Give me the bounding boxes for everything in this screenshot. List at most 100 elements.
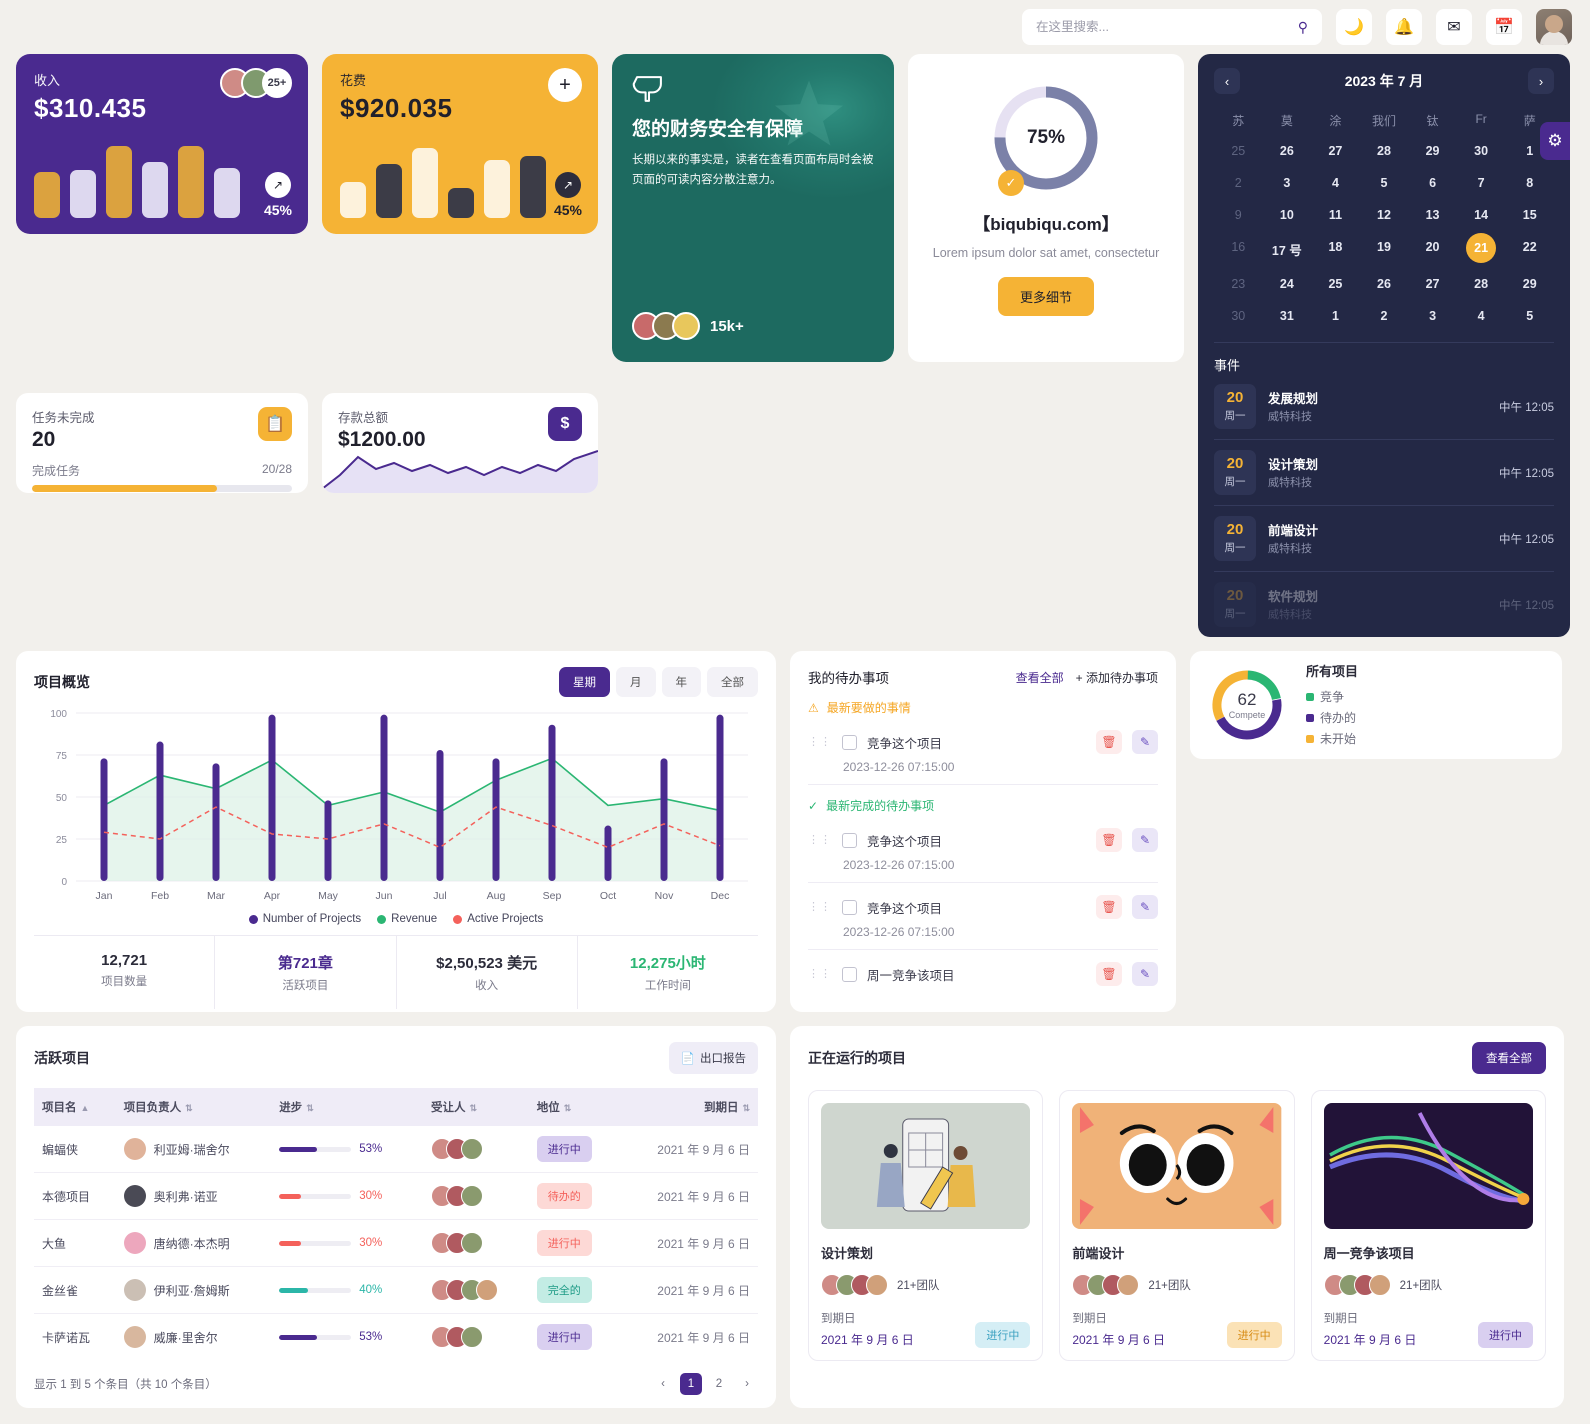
table-column-header[interactable]: 地位 ⇅ bbox=[528, 1088, 620, 1126]
calendar-day[interactable]: 17 号 bbox=[1263, 231, 1312, 268]
calendar-day[interactable]: 19 bbox=[1360, 231, 1409, 268]
export-report-button[interactable]: 📄 出口报告 bbox=[668, 1042, 758, 1074]
calendar-day[interactable]: 22 bbox=[1505, 231, 1554, 268]
sort-icon[interactable]: ⇅ bbox=[185, 1103, 193, 1113]
calendar-day[interactable]: 1 bbox=[1311, 300, 1360, 332]
table-column-header[interactable]: 项目名 ▲ bbox=[34, 1088, 116, 1126]
edit-icon[interactable]: ✎ bbox=[1132, 962, 1158, 986]
calendar-day[interactable]: 15 bbox=[1505, 199, 1554, 231]
edit-icon[interactable]: ✎ bbox=[1132, 730, 1158, 754]
calendar-day[interactable]: 2 bbox=[1360, 300, 1409, 332]
todo-view-all-link[interactable]: 查看全部 bbox=[1016, 669, 1064, 686]
table-column-header[interactable]: 受让人 ⇅ bbox=[422, 1088, 529, 1126]
calendar-day[interactable]: 18 bbox=[1311, 231, 1360, 268]
table-column-header[interactable]: 进步 ⇅ bbox=[271, 1088, 423, 1126]
todo-checkbox[interactable] bbox=[842, 966, 857, 982]
moon-icon[interactable]: 🌙 bbox=[1336, 9, 1372, 45]
table-row[interactable]: 大鱼 唐纳德·本杰明 30% 进行中 2021 年 9 月 6 日 bbox=[34, 1219, 758, 1267]
revenue-avatars[interactable]: 25+ bbox=[220, 68, 292, 98]
calendar-day[interactable]: 9 bbox=[1214, 199, 1263, 231]
sort-icon[interactable]: ⇅ bbox=[469, 1103, 477, 1113]
running-project-card[interactable]: 周一竞争该项目 21+团队 到期日 2021 年 9 月 6 日 进行中 bbox=[1310, 1090, 1546, 1361]
calendar-day[interactable]: 29 bbox=[1505, 268, 1554, 300]
pagination-page[interactable]: 2 bbox=[708, 1373, 730, 1395]
calendar-day[interactable]: 10 bbox=[1263, 199, 1312, 231]
sort-icon[interactable]: ⇅ bbox=[742, 1103, 750, 1113]
pagination-prev[interactable]: ‹ bbox=[652, 1373, 674, 1395]
calendar-day[interactable]: 31 bbox=[1263, 300, 1312, 332]
calendar-day[interactable]: 16 bbox=[1214, 231, 1263, 268]
running-project-card[interactable]: 设计策划 21+团队 到期日 2021 年 9 月 6 日 进行中 bbox=[808, 1090, 1044, 1361]
overview-tab-星期[interactable]: 星期 bbox=[559, 667, 610, 697]
delete-icon[interactable]: 🗑 bbox=[1096, 962, 1122, 986]
edit-icon[interactable]: ✎ bbox=[1132, 828, 1158, 852]
todo-checkbox[interactable] bbox=[842, 832, 857, 848]
bell-icon[interactable]: 🔔 bbox=[1386, 9, 1422, 45]
calendar-day[interactable]: 8 bbox=[1505, 167, 1554, 199]
calendar-day[interactable]: 14 bbox=[1457, 199, 1506, 231]
todo-checkbox[interactable] bbox=[842, 734, 857, 750]
calendar-day[interactable]: 4 bbox=[1311, 167, 1360, 199]
calendar-next-button[interactable]: › bbox=[1527, 68, 1554, 94]
calendar-day[interactable]: 26 bbox=[1360, 268, 1409, 300]
calendar-day[interactable]: 25 bbox=[1214, 135, 1263, 167]
drag-handle-icon[interactable]: ⋮⋮ bbox=[808, 834, 832, 845]
calendar-day[interactable]: 25 bbox=[1311, 268, 1360, 300]
delete-icon[interactable]: 🗑 bbox=[1096, 828, 1122, 852]
mail-icon[interactable]: ✉ bbox=[1436, 9, 1472, 45]
calendar-day[interactable]: 12 bbox=[1360, 199, 1409, 231]
edit-icon[interactable]: ✎ bbox=[1132, 895, 1158, 919]
calendar-day[interactable]: 29 bbox=[1408, 135, 1457, 167]
overview-tab-年[interactable]: 年 bbox=[661, 667, 701, 697]
calendar-day[interactable]: 26 bbox=[1263, 135, 1312, 167]
calendar-day[interactable]: 5 bbox=[1360, 167, 1409, 199]
calendar-day[interactable]: 30 bbox=[1214, 300, 1263, 332]
delete-icon[interactable]: 🗑 bbox=[1096, 895, 1122, 919]
overview-range-tabs[interactable]: 星期月年全部 bbox=[559, 667, 758, 697]
settings-gear-icon[interactable]: ⚙ bbox=[1540, 122, 1570, 160]
add-expense-button[interactable]: + bbox=[548, 68, 582, 102]
calendar-day[interactable]: 13 bbox=[1408, 199, 1457, 231]
event-item[interactable]: 20 周一 发展规划 威特科技 中午 12:05 bbox=[1214, 374, 1554, 440]
calendar-day[interactable]: 7 bbox=[1457, 167, 1506, 199]
table-row[interactable]: 金丝雀 伊利亚·詹姆斯 40% 完全的 2021 年 9 月 6 日 bbox=[34, 1266, 758, 1314]
calendar-day[interactable]: 2 bbox=[1214, 167, 1263, 199]
user-avatar[interactable] bbox=[1536, 9, 1572, 45]
sort-icon[interactable]: ⇅ bbox=[564, 1103, 572, 1113]
table-pagination[interactable]: ‹ 1 2 › bbox=[652, 1373, 758, 1395]
sort-icon[interactable]: ⇅ bbox=[306, 1103, 314, 1113]
calendar-day[interactable]: 20 bbox=[1408, 231, 1457, 268]
avatar-more-count[interactable]: 25+ bbox=[262, 68, 292, 98]
calendar-grid[interactable]: 苏莫涂我们钛 Fr 萨 25 26 27 28 29 30 1 2 3 4 5 6 7 8 9 10 11 12 13 14… bbox=[1214, 106, 1554, 332]
table-column-header[interactable]: 到期日 ⇅ bbox=[619, 1088, 758, 1126]
table-column-header[interactable]: 项目负责人 ⇅ bbox=[115, 1088, 272, 1126]
sort-icon[interactable]: ▲ bbox=[81, 1103, 90, 1113]
calendar-day[interactable]: 23 bbox=[1214, 268, 1263, 300]
calendar-day[interactable]: 11 bbox=[1311, 199, 1360, 231]
table-row[interactable]: 本德项目 奥利弗·诺亚 30% 待办的 2021 年 9 月 6 日 bbox=[34, 1172, 758, 1220]
calendar-day[interactable]: 21 bbox=[1466, 233, 1497, 263]
event-item[interactable]: 20 周一 前端设计 威特科技 中午 12:05 bbox=[1214, 506, 1554, 572]
running-view-all-button[interactable]: 查看全部 bbox=[1472, 1042, 1546, 1074]
event-item[interactable]: 20 周一 软件规划 威特科技 中午 12:05 bbox=[1214, 572, 1554, 637]
pagination-next[interactable]: › bbox=[736, 1373, 758, 1395]
search-input[interactable] bbox=[1036, 20, 1290, 34]
calendar-day[interactable]: 28 bbox=[1360, 135, 1409, 167]
pagination-page[interactable]: 1 bbox=[680, 1373, 702, 1395]
search-icon[interactable]: ⚲ bbox=[1298, 19, 1308, 36]
calendar-day[interactable]: 6 bbox=[1408, 167, 1457, 199]
calendar-day[interactable]: 3 bbox=[1263, 167, 1312, 199]
table-row[interactable]: 蝙蝠侠 利亚姆·瑞舍尔 53% 进行中 2021 年 9 月 6 日 bbox=[34, 1126, 758, 1173]
overview-tab-月[interactable]: 月 bbox=[616, 667, 656, 697]
table-header-row[interactable]: 项目名 ▲ 项目负责人 ⇅ 进步 ⇅ 受让人 ⇅ 地位 ⇅ 到期日 ⇅ bbox=[34, 1088, 758, 1126]
todo-add-link[interactable]: + 添加待办事项 bbox=[1076, 669, 1158, 686]
delete-icon[interactable]: 🗑 bbox=[1096, 730, 1122, 754]
running-project-card[interactable]: 前端设计 21+团队 到期日 2021 年 9 月 6 日 进行中 bbox=[1059, 1090, 1295, 1361]
calendar-icon[interactable]: 📅 bbox=[1486, 9, 1522, 45]
todo-checkbox[interactable] bbox=[842, 899, 857, 915]
overview-tab-全部[interactable]: 全部 bbox=[707, 667, 758, 697]
calendar-day[interactable]: 24 bbox=[1263, 268, 1312, 300]
search-box[interactable]: ⚲ bbox=[1022, 9, 1322, 45]
drag-handle-icon[interactable]: ⋮⋮ bbox=[808, 901, 832, 912]
calendar-day[interactable]: 3 bbox=[1408, 300, 1457, 332]
